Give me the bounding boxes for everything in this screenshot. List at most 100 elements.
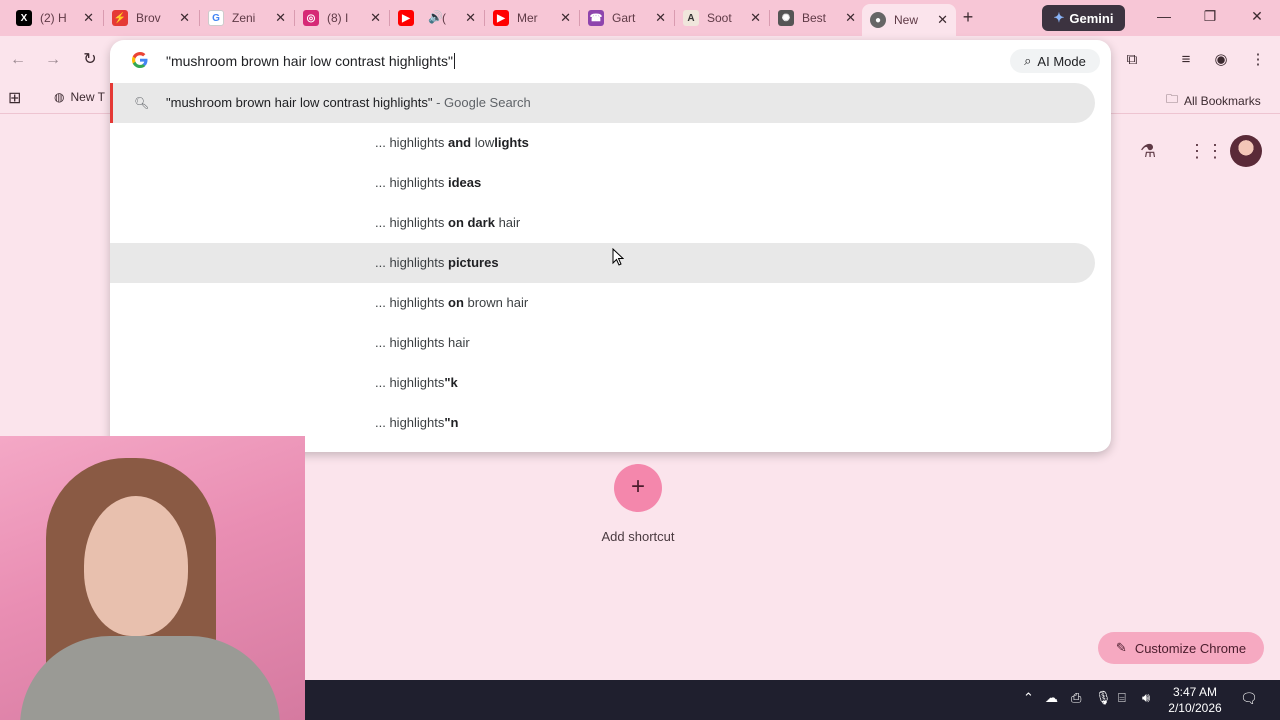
bookmark-label: New T [70, 90, 105, 104]
suggestion-search[interactable]: 🔍︎ "mushroom brown hair low contrast hig… [110, 83, 1095, 123]
taskbar [305, 680, 1280, 720]
clock-time: 3:47 AM [1172, 685, 1218, 699]
close-icon[interactable]: ✕ [179, 10, 190, 26]
tab-2[interactable]: G Zeni ✕ [200, 4, 294, 32]
clock-date: 2/10/2026 [1168, 701, 1222, 715]
onedrive-icon[interactable]: ☁ [1045, 690, 1058, 706]
media-controls-icon[interactable]: ≡ [1177, 51, 1195, 69]
bolt-icon: ⚡ [112, 10, 128, 26]
tab-title: Gart [612, 11, 636, 25]
ai-mode-button[interactable]: ⌕ AI Mode [1010, 49, 1100, 73]
tab-1[interactable]: ⚡ Brov ✕ [104, 4, 198, 32]
ai-search-icon: ⌕ [1024, 53, 1032, 68]
address-input[interactable]: "mushroom brown hair low contrast highli… [166, 53, 455, 69]
avatar[interactable] [1230, 135, 1262, 167]
gemini-label: Gemini [1069, 10, 1114, 26]
back-button[interactable]: ← [8, 50, 28, 70]
tab-title: ( [442, 11, 446, 25]
customize-label: Customize Chrome [1134, 640, 1247, 656]
query-text: "mushroom brown hair low contrast highli… [166, 53, 453, 69]
text-caret [453, 53, 455, 69]
volume-icon[interactable]: 🔊︎ [1142, 690, 1150, 706]
tab-6[interactable]: ☎ Gart ✕ [580, 4, 674, 32]
tab-7[interactable]: A Soot ✕ [675, 4, 769, 32]
all-bookmarks-button[interactable]: 🗀 All Bookmarks [1166, 90, 1261, 111]
gemini-button[interactable]: ✦ Gemini [1042, 5, 1125, 31]
tab-8[interactable]: ✺ Best ✕ [770, 4, 864, 32]
youtube-icon: ▶ [493, 10, 509, 26]
gemini-icon: ✦ [1053, 10, 1065, 25]
menu-icon[interactable]: ⋮ [1249, 51, 1267, 69]
close-icon[interactable]: ✕ [655, 10, 666, 26]
customize-chrome-button[interactable]: ✎ Customize Chrome [1098, 632, 1264, 664]
suggestion-text: "mushroom brown hair low contrast highli… [166, 95, 433, 110]
profile-icon[interactable]: ◉ [1212, 51, 1230, 69]
close-icon[interactable]: ✕ [370, 10, 381, 26]
restore-button[interactable]: ❐ [1200, 8, 1220, 25]
pencil-icon: ✎ [1115, 640, 1127, 655]
add-shortcut-label: Add shortcut [601, 529, 675, 544]
close-window-button[interactable]: ✕ [1247, 8, 1267, 25]
google-icon [132, 52, 148, 68]
chevron-up-icon[interactable]: ⌃ [1023, 690, 1034, 706]
tab-title: Best [802, 11, 827, 25]
apps-grid-icon[interactable]: ⊞ [8, 88, 21, 108]
wifi-icon[interactable]: ⌸ [1118, 690, 1126, 706]
extensions-icon[interactable]: ⧉ [1123, 51, 1141, 69]
tab-title: Zeni [232, 11, 256, 25]
notifications-icon[interactable]: 🗨︎ [1240, 690, 1258, 707]
anthropic-icon: A [683, 10, 699, 26]
suggestion-item[interactable]: ... highlights on dark hair [110, 203, 1095, 243]
close-icon[interactable]: ✕ [83, 10, 94, 26]
mouse-cursor-icon [612, 248, 624, 266]
close-icon[interactable]: ✕ [465, 10, 476, 26]
tab-title: Mer [517, 11, 538, 25]
suggestion-item-hovered[interactable]: ... highlights pictures [110, 243, 1095, 283]
tab-0[interactable]: X (2) H ✕ [8, 4, 102, 32]
instagram-icon: ◎ [303, 10, 319, 26]
tab-strip: X (2) H ✕ ⚡ Brov ✕ G Zeni ✕ ◎ (8) I ✕ ▶ … [0, 0, 1280, 36]
tab-3[interactable]: ◎ (8) I ✕ [295, 4, 389, 32]
add-shortcut-button[interactable]: + [614, 464, 662, 512]
google-icon: G [208, 10, 224, 26]
tab-4[interactable]: ▶ ( 🔊 ✕ [390, 4, 484, 32]
bookmark-item[interactable]: ◍ New T [54, 90, 105, 104]
labs-icon[interactable]: ⚗ [1140, 141, 1156, 162]
taskbar-clock[interactable]: 3:47 AM 2/10/2026 [1166, 684, 1224, 716]
search-icon: 🔍︎ [134, 96, 150, 110]
close-icon[interactable]: ✕ [275, 10, 286, 26]
network-device-icon[interactable]: ⎙ [1071, 690, 1081, 706]
google-apps-icon[interactable]: ⋮⋮ [1188, 141, 1224, 162]
tab-title: (8) I [327, 11, 349, 25]
tab-title: (2) H [40, 11, 67, 25]
tab-5[interactable]: ▶ Mer ✕ [485, 4, 579, 32]
forward-button[interactable]: → [43, 50, 63, 70]
x-icon: X [16, 10, 32, 26]
reload-button[interactable]: ↻ [80, 50, 100, 70]
close-icon[interactable]: ✕ [937, 12, 948, 28]
suggestion-item[interactable]: ... highlights"k [110, 363, 1095, 403]
minimize-button[interactable]: — [1154, 8, 1174, 24]
close-icon[interactable]: ✕ [560, 10, 571, 26]
tab-title: Soot [707, 11, 732, 25]
suggestion-item[interactable]: ... highlights and lowlights [110, 123, 1095, 163]
folder-icon: 🗀 [1166, 92, 1179, 106]
ai-mode-label: AI Mode [1037, 53, 1086, 69]
omnibox-dropdown: "mushroom brown hair low contrast highli… [110, 40, 1111, 452]
globe-icon: ◍ [54, 90, 65, 104]
new-tab-button[interactable]: + [958, 8, 978, 28]
suggestion-item[interactable]: ... highlights on brown hair [110, 283, 1095, 323]
speaker-icon[interactable]: 🔊 [428, 10, 443, 24]
microphone-icon[interactable]: 🎙︎ [1095, 690, 1112, 706]
suggestion-item[interactable]: ... highlights hair [110, 323, 1095, 363]
suggestion-item[interactable]: ... highlights ideas [110, 163, 1095, 203]
chrome-icon: ● [870, 12, 886, 28]
webcam-overlay [0, 436, 305, 720]
close-icon[interactable]: ✕ [845, 10, 856, 26]
openai-icon: ✺ [778, 10, 794, 26]
all-bookmarks-label: All Bookmarks [1184, 93, 1261, 108]
suggestion-suffix: - Google Search [432, 95, 531, 110]
tab-title: New [894, 13, 919, 27]
tab-9-active[interactable]: ● New ✕ [862, 4, 956, 36]
close-icon[interactable]: ✕ [750, 10, 761, 26]
